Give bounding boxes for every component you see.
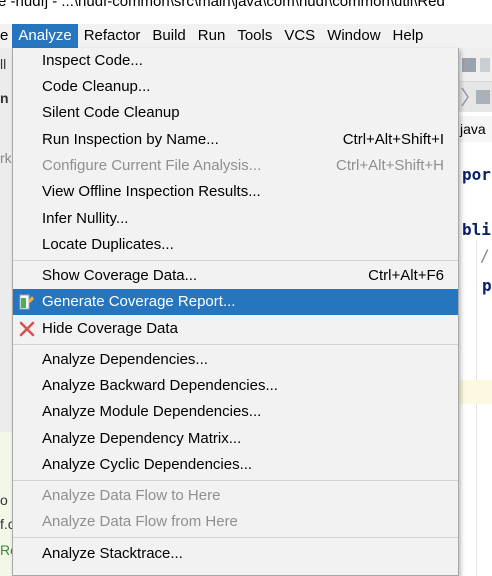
close-x-icon [19, 321, 35, 337]
menu-item-view-offline-inspection[interactable]: View Offline Inspection Results... [13, 179, 458, 205]
menu-partial[interactable]: e [0, 24, 12, 48]
menu-item-analyze-dependency-matrix[interactable]: Analyze Dependency Matrix... [13, 426, 458, 452]
menu-item-shortcut: Ctrl+Alt+Shift+I [342, 131, 444, 148]
menu-item-locate-duplicates[interactable]: Locate Duplicates... [13, 232, 458, 258]
menu-item-label: Hide Coverage Data [42, 320, 178, 337]
menu-tools[interactable]: Tools [231, 24, 278, 48]
menu-item-silent-code-cleanup[interactable]: Silent Code Cleanup [13, 100, 458, 126]
analyze-menu: Inspect Code... Code Cleanup... Silent C… [12, 48, 459, 576]
window-title: e -hudfj - ...\hudf-common\src\main\java… [0, 0, 445, 10]
left-fragment: o [0, 492, 8, 508]
menu-item-label: Analyze Module Dependencies... [42, 403, 262, 420]
menu-item-label: Analyze Data Flow from Here [42, 513, 238, 530]
editor-tab[interactable]: java [458, 116, 492, 142]
menu-bar: e Analyze Refactor Build Run Tools VCS W… [0, 24, 492, 48]
menu-item-inspect-code[interactable]: Inspect Code... [13, 48, 458, 74]
menu-item-code-cleanup[interactable]: Code Cleanup... [13, 74, 458, 100]
menu-analyze[interactable]: Analyze [12, 24, 78, 48]
menu-item-label: Analyze Data Flow to Here [42, 487, 221, 504]
menu-item-analyze-dependencies[interactable]: Analyze Dependencies... [13, 347, 458, 373]
menu-item-label: Analyze Dependencies... [42, 351, 208, 368]
coverage-report-icon [19, 294, 34, 310]
current-line-highlight [458, 380, 492, 404]
menu-run[interactable]: Run [192, 24, 232, 48]
menu-item-analyze-stacktrace[interactable]: Analyze Stacktrace... [13, 541, 458, 567]
menu-item-label: Generate Coverage Report... [42, 293, 236, 310]
menu-item-label: Inspect Code... [42, 52, 143, 69]
toolbar-icon[interactable] [458, 48, 492, 82]
editor-toolbar [458, 48, 492, 82]
editor-tab-label: java [460, 121, 486, 137]
menu-item-generate-coverage-report[interactable]: Generate Coverage Report... [13, 289, 458, 315]
menu-refactor[interactable]: Refactor [78, 24, 147, 48]
editor-tabs [458, 82, 492, 112]
menu-item-analyze-backward-dependencies[interactable]: Analyze Backward Dependencies... [13, 373, 458, 399]
menu-item-label: View Offline Inspection Results... [42, 183, 261, 200]
code-fragment: / [480, 246, 490, 265]
menu-help[interactable]: Help [387, 24, 430, 48]
menu-item-hide-coverage-data[interactable]: Hide Coverage Data [13, 316, 458, 342]
menu-item-data-flow-from-here: Analyze Data Flow from Here [13, 509, 458, 535]
menu-item-label: Infer Nullity... [42, 210, 129, 227]
menu-separator [13, 344, 458, 345]
menu-item-label: Silent Code Cleanup [42, 104, 180, 121]
menu-item-analyze-module-dependencies[interactable]: Analyze Module Dependencies... [13, 399, 458, 425]
indent-guide [476, 240, 477, 576]
code-fragment: por [462, 165, 491, 184]
menu-item-shortcut: Ctrl+Alt+Shift+H [336, 157, 444, 174]
menu-window[interactable]: Window [321, 24, 386, 48]
chevron-right-icon[interactable] [458, 82, 492, 112]
menu-item-label: Analyze Dependency Matrix... [42, 430, 242, 447]
code-fragment: bli [462, 220, 491, 239]
menu-item-run-inspection-by-name[interactable]: Run Inspection by Name... Ctrl+Alt+Shift… [13, 127, 458, 153]
menu-item-configure-file-analysis: Configure Current File Analysis... Ctrl+… [13, 153, 458, 179]
code-fragment: p [482, 276, 492, 295]
menu-item-show-coverage-data[interactable]: Show Coverage Data... Ctrl+Alt+F6 [13, 263, 458, 289]
menu-item-label: Run Inspection by Name... [42, 131, 219, 148]
menu-item-label: Show Coverage Data... [42, 267, 198, 284]
window-title-bar: e -hudfj - ...\hudf-common\src\main\java… [0, 0, 492, 24]
menu-item-label: Configure Current File Analysis... [42, 157, 262, 174]
menu-item-label: Analyze Cyclic Dependencies... [42, 456, 253, 473]
menu-separator [13, 480, 458, 481]
menu-item-analyze-cyclic-dependencies[interactable]: Analyze Cyclic Dependencies... [13, 452, 458, 478]
menu-vcs[interactable]: VCS [278, 24, 321, 48]
left-fragment: ll [0, 56, 7, 72]
menu-item-label: Analyze Backward Dependencies... [42, 377, 278, 394]
menu-item-data-flow-to-here: Analyze Data Flow to Here [13, 483, 458, 509]
left-fragment: n [0, 90, 9, 106]
menu-separator [13, 260, 458, 261]
menu-item-label: Locate Duplicates... [42, 236, 174, 253]
menu-item-label: Code Cleanup... [42, 78, 151, 95]
menu-build[interactable]: Build [146, 24, 191, 48]
left-fragment: rk [0, 150, 12, 166]
menu-item-label: Analyze Stacktrace... [42, 545, 183, 562]
menu-item-shortcut: Ctrl+Alt+F6 [368, 267, 444, 284]
menu-item-infer-nullity[interactable]: Infer Nullity... [13, 206, 458, 232]
menu-separator [13, 537, 458, 538]
